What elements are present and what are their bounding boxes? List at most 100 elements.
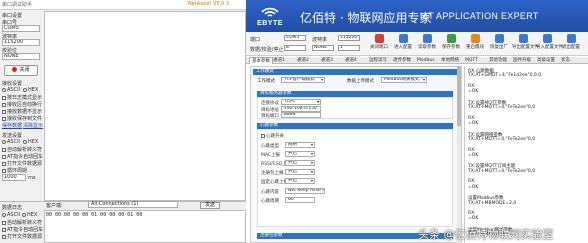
cycle-input[interactable]: 1000 <box>2 174 26 181</box>
recv-option-3[interactable]: 接收数据不显示 <box>2 108 42 115</box>
toolbar-button-2[interactable]: 读取参数 <box>416 33 438 55</box>
send-button[interactable]: 发送 <box>200 202 220 209</box>
heartbeat-enable[interactable]: 心跳开关 <box>261 133 284 139</box>
toolbar-button-icon <box>494 34 504 43</box>
toolbar-button-3[interactable]: 保存参数 <box>440 33 462 55</box>
rssi-report-select[interactable]: 开启 <box>285 160 315 166</box>
toolbar-button-label: 关闭端口 <box>370 45 388 50</box>
app-header: EBYTE 亿佰特 · 物联网应用专家 IoT APPLICATION EXPE… <box>246 0 588 32</box>
mac-report-select[interactable]: 开启 <box>285 151 315 157</box>
send-hex-radio[interactable]: HEX <box>23 139 38 145</box>
send-setting-hex[interactable]: HEX <box>22 212 37 218</box>
checkbox-icon <box>2 95 6 100</box>
config-tab-1[interactable]: 通道1 <box>273 57 285 64</box>
register-report-select[interactable]: 开启 <box>285 169 315 175</box>
fixed-heartbeat-select[interactable]: 开启 <box>285 178 315 184</box>
config-tab-8[interactable]: 本地网络 <box>441 57 459 64</box>
recv-option-2[interactable]: 接收区自动换行 <box>2 101 42 108</box>
client-label: 客户端: <box>46 203 63 209</box>
checkbox-icon <box>2 220 6 225</box>
work-mode-header: 工作模式 <box>253 69 459 75</box>
config-tab-2[interactable]: 通道2 <box>297 57 309 64</box>
save-data-link[interactable]: 保存数据 <box>2 122 22 129</box>
checkbox-icon <box>2 168 6 173</box>
toolbar-button-7[interactable]: 导入配置文件 <box>536 33 563 55</box>
checkbox-icon <box>2 154 6 159</box>
protocol-select[interactable]: TCPC <box>281 99 321 105</box>
baud-select[interactable]: 115200 <box>2 39 40 46</box>
config-tab-4[interactable]: 通道4 <box>345 57 357 64</box>
toolbar-button-5[interactable]: 恢复出厂 <box>488 33 510 55</box>
heartbeat-enable-label: 心跳开关 <box>266 134 284 139</box>
data-bits-select[interactable]: 8 <box>284 45 306 51</box>
checkbox-icon <box>2 234 6 239</box>
toolbar-button-6[interactable]: 导出配置文件 <box>512 33 539 55</box>
recv-option-1[interactable]: 按日志模式显示 <box>2 94 42 101</box>
heartbeat-content-input[interactable]: Net Keep Alive Pack <box>285 188 325 194</box>
log-line: TX:AT+MBMODE=2,0 <box>468 200 517 206</box>
send-hex-label: HEX <box>28 139 39 145</box>
config-tab-9[interactable]: MQTT <box>465 57 478 64</box>
send-option-4[interactable]: 循环周期 <box>2 167 27 174</box>
config-tab-10[interactable]: 其他功能 <box>489 57 507 64</box>
config-tab-3[interactable]: 通道3 <box>321 57 333 64</box>
toolbar-button-0[interactable]: 关闭端口 <box>368 33 390 55</box>
recv-option-4[interactable]: 接收保存到文件 <box>2 115 42 122</box>
toolbar-button-8[interactable]: 退出配置 <box>560 33 582 55</box>
send-ascii-radio[interactable]: ASCII <box>2 139 20 145</box>
stop-bits-select[interactable]: 1 <box>338 45 360 51</box>
send-option-1[interactable]: 自动解析转义符 <box>2 146 42 153</box>
recv-ascii-radio[interactable]: ASCII <box>2 87 20 93</box>
serial-assistant-window: 串口调试助手 NetAssist V5.0.3 串口设置 串口号 COM5 波特… <box>0 0 246 243</box>
app-title: 亿佰特 · 物联网应用专家 <box>300 11 432 25</box>
target-port-label: 目标端口 <box>261 114 279 119</box>
serial-assistant-title: 串口调试助手 <box>2 2 33 8</box>
serial-settings-panel: 串口设置 串口号 COM5 波特率 115200 校验位 NONE 关闭 接收设… <box>0 11 43 201</box>
close-port-button[interactable]: 关闭 <box>4 65 38 76</box>
watermark: 头条 @亿佰特物联网实验室 <box>418 228 554 241</box>
log-line: RX: <box>468 179 476 185</box>
log-line: TX:AT+MQTT=4,"FeTe2ee"0,0 <box>468 168 536 174</box>
send-at-option[interactable]: AT指令自动回车 <box>2 226 43 233</box>
toolbar-baud-select[interactable]: 115200 <box>338 35 360 41</box>
heartbeat-period-input[interactable]: 60 <box>285 197 315 203</box>
clear-display-link[interactable]: 清除显示 <box>23 122 43 129</box>
config-tab-0[interactable]: 基本参数 <box>249 57 273 64</box>
send-file-option[interactable]: 打开文件数据源 <box>2 233 42 240</box>
checkbox-icon <box>2 227 6 232</box>
toolbar-port-select[interactable]: COM5 <box>284 35 306 41</box>
config-tab-7[interactable]: Modbus <box>417 57 435 64</box>
app-subtitle: IoT APPLICATION EXPERT <box>420 11 539 21</box>
config-scrollbar[interactable] <box>457 66 461 243</box>
scroll-thumb[interactable] <box>457 66 461 126</box>
toolbar-button-1[interactable]: 进入配置 <box>392 33 414 55</box>
toolbar-button-4[interactable]: 重启模块 <box>464 33 486 55</box>
config-tab-11[interactable]: 固件升级 <box>513 57 531 64</box>
port-status-icon <box>12 67 18 72</box>
log-line: =OK <box>468 121 479 126</box>
send-option-2[interactable]: AT指令自动回车 <box>2 153 43 160</box>
parity-select[interactable]: NONE <box>2 53 40 60</box>
config-tab-13[interactable]: 状态 <box>561 57 570 64</box>
heartbeat-type-select[interactable]: 网络 <box>285 142 315 148</box>
receive-area[interactable] <box>44 11 246 201</box>
send-input[interactable]: 00 00 00 00 00 01 00 00 00 01 00 <box>44 210 246 243</box>
recv-hex-radio[interactable]: HEX <box>23 87 38 93</box>
port-select[interactable]: COM5 <box>2 25 40 32</box>
upload-mode-label: 数据上传模式 <box>347 79 374 84</box>
work-mode-select[interactable]: TCP客户端模式 <box>281 77 325 83</box>
config-tab-5[interactable]: 远程读写 <box>369 57 387 64</box>
upload-mode-select[interactable]: Modbus网关模式 <box>381 77 427 83</box>
toolbar-button-label: 恢复出厂 <box>490 45 508 50</box>
target-port-input[interactable]: 8888 <box>281 112 321 118</box>
connection-select[interactable]: All Connections (1) <box>88 201 178 208</box>
radio-icon <box>23 87 27 92</box>
parity-select[interactable]: NONE <box>312 45 334 51</box>
send-setting-ascii[interactable]: ASCII <box>2 212 20 218</box>
config-tab-12[interactable]: 高级设置 <box>537 57 555 64</box>
send-option-3[interactable]: 打开文件数据源 <box>2 160 42 167</box>
config-tabs: 基本参数 通道1 通道2 通道3 通道4 远程读写 透传参数 Modbus 本地网络 MQTT 其他… <box>246 57 588 64</box>
config-tab-6[interactable]: 透传参数 <box>393 57 411 64</box>
send-escape-option[interactable]: 自动解析转义符 <box>2 219 42 226</box>
radio-icon <box>22 212 26 217</box>
